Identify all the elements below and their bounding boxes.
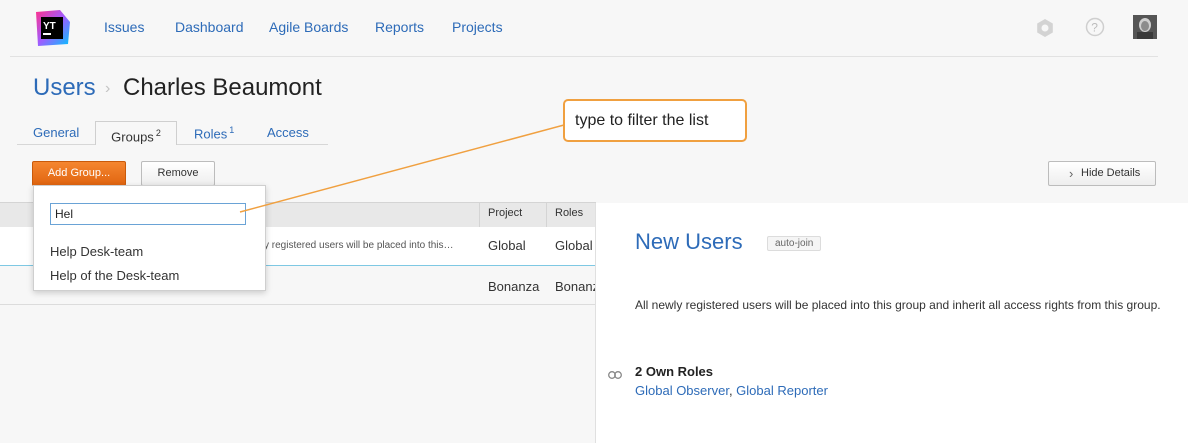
auto-join-badge: auto-join <box>767 236 822 251</box>
row-project: Bonanza <box>488 279 540 294</box>
dropdown-item[interactable]: Help Desk-team <box>50 244 143 259</box>
tab-general-label: General <box>33 125 80 140</box>
group-title: New Users <box>635 229 743 254</box>
roles-list: Global Observer, Global Reporter <box>635 383 828 398</box>
page-title: Charles Beaumont <box>123 74 322 101</box>
breadcrumb-separator: › <box>105 80 111 97</box>
nav-issues[interactable]: Issues <box>104 19 144 35</box>
nav-agile-boards[interactable]: Agile Boards <box>269 19 348 35</box>
settings-icon[interactable] <box>1035 18 1055 43</box>
tab-groups-count: 2 <box>155 128 161 138</box>
tab-access[interactable]: Access <box>267 125 309 140</box>
tab-groups-label: Groups <box>111 129 154 145</box>
remove-button[interactable]: Remove <box>141 161 215 186</box>
tab-access-label: Access <box>267 125 309 140</box>
nav-projects[interactable]: Projects <box>452 19 503 35</box>
nav-dashboard[interactable]: Dashboard <box>175 19 244 35</box>
column-header-project[interactable]: Project <box>488 207 522 219</box>
row-roles: Global <box>555 238 593 253</box>
add-group-button[interactable]: Add Group... <box>32 161 126 186</box>
svg-text:YT: YT <box>43 21 56 32</box>
hide-details-label: Hide Details <box>1081 167 1141 179</box>
group-filter-input[interactable] <box>50 203 246 225</box>
nav-divider <box>10 56 1158 57</box>
own-roles-heading: 2 Own Roles <box>635 364 714 379</box>
chevron-right-icon: › <box>1069 166 1074 181</box>
youtrack-logo[interactable]: YT <box>32 8 72 48</box>
hide-details-button[interactable]: › Hide Details <box>1048 161 1156 186</box>
tab-roles-label: Roles <box>194 126 228 142</box>
row-description: y registered users will be placed into t… <box>264 240 454 251</box>
tab-roles-count: 1 <box>229 125 235 135</box>
tab-groups[interactable]: Groups 2 <box>95 121 177 145</box>
role-link-global-reporter[interactable]: Global Reporter <box>736 383 828 398</box>
row-project: Global <box>488 238 526 253</box>
column-divider <box>546 202 547 227</box>
add-group-dropdown: Help Desk-team Help of the Desk-team <box>33 185 266 291</box>
avatar[interactable] <box>1133 15 1157 44</box>
tab-roles[interactable]: Roles 1 <box>194 125 234 141</box>
dropdown-item[interactable]: Help of the Desk-team <box>50 268 179 283</box>
column-header-roles[interactable]: Roles <box>555 207 583 219</box>
breadcrumb-users[interactable]: Users <box>33 74 96 102</box>
column-divider <box>479 202 480 227</box>
nav-reports[interactable]: Reports <box>375 19 424 35</box>
row-roles: Bonanza <box>555 279 595 294</box>
callout-annotation: type to filter the list <box>563 99 747 142</box>
help-icon[interactable]: ? <box>1085 17 1105 42</box>
tab-general[interactable]: General <box>33 125 79 140</box>
roles-icon <box>608 367 622 385</box>
svg-text:?: ? <box>1091 21 1098 35</box>
group-description: All newly registered users will be place… <box>635 298 1161 312</box>
role-link-global-observer[interactable]: Global Observer <box>635 383 729 398</box>
